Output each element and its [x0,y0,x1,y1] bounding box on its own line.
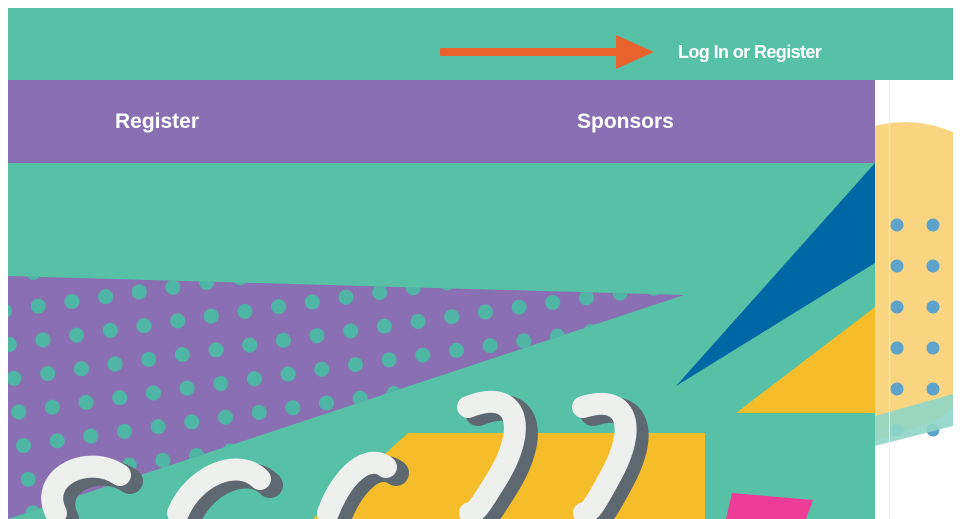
hero-banner [8,163,875,519]
right-arrow-icon [440,35,654,69]
pink-shape [726,493,813,519]
nav-item-sponsors[interactable]: Sponsors [577,80,674,163]
top-header-bar: Log In or Register [8,8,953,80]
login-or-register-link[interactable]: Log In or Register [678,40,822,64]
nav-item-register[interactable]: Register [115,80,199,163]
page: Log In or Register Register Sponsors [0,0,964,519]
divider-line [889,80,890,519]
main-nav: Register Sponsors [8,80,875,163]
side-decoration [875,80,953,519]
hero-artwork [8,163,875,519]
dotted-circle-artwork [875,122,953,446]
